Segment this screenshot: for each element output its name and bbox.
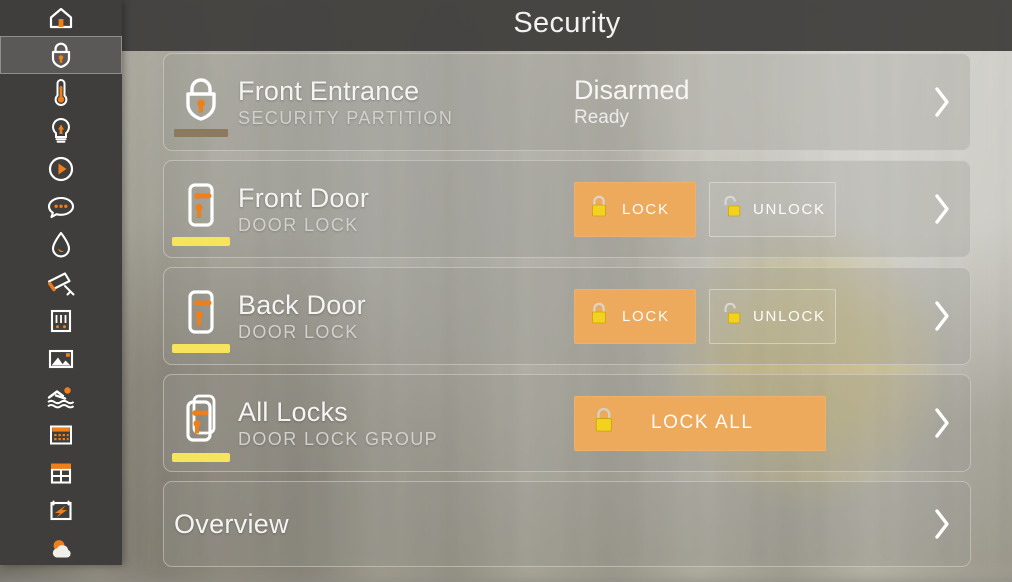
card-overview[interactable]: Overview xyxy=(163,481,971,567)
lock-shield-icon xyxy=(48,41,74,69)
lock-all-button-label: LOCK ALL xyxy=(651,412,754,433)
card-subtitle: DOOR LOCK xyxy=(238,321,359,342)
status-main: Disarmed xyxy=(574,75,690,105)
sidebar-item-media[interactable] xyxy=(0,150,122,188)
card-title: Back Door xyxy=(238,289,366,320)
card-status: Disarmed Ready xyxy=(568,75,914,129)
card-front-entrance[interactable]: Front Entrance SECURITY PARTITION Disarm… xyxy=(163,53,971,151)
door-lock-group-icon xyxy=(179,394,223,453)
card-actions: LOCK UNLOCK xyxy=(568,181,914,237)
card-actions: LOCK ALL xyxy=(568,395,914,451)
card-text: Back Door DOOR LOCK xyxy=(238,290,568,343)
chevron-right-icon[interactable] xyxy=(914,86,970,118)
door-lock-icon xyxy=(180,287,222,346)
sidebar-item-calendar[interactable] xyxy=(0,416,122,454)
thermometer-icon xyxy=(51,78,71,108)
window-awning-icon xyxy=(47,459,75,487)
calendar-icon xyxy=(47,422,75,448)
play-circle-icon xyxy=(47,155,75,183)
sidebar-item-windows[interactable] xyxy=(0,454,122,492)
padlock-open-icon xyxy=(721,193,743,226)
sidebar-item-shades[interactable] xyxy=(0,302,122,340)
card-subtitle: DOOR LOCK xyxy=(238,214,359,235)
card-subtitle: SECURITY PARTITION xyxy=(238,107,454,128)
lock-shield-icon xyxy=(180,75,222,130)
unlock-button[interactable]: UNLOCK xyxy=(709,181,836,237)
lock-button-label: LOCK xyxy=(622,200,670,218)
sidebar-item-pool[interactable] xyxy=(0,378,122,416)
card-title: All Locks xyxy=(238,396,348,427)
overview-title: Overview xyxy=(174,508,289,539)
sidebar-item-security[interactable] xyxy=(0,36,122,74)
chat-bubble-icon xyxy=(46,194,76,220)
sidebar-item-energy[interactable] xyxy=(0,492,122,530)
status-sub: Ready xyxy=(574,107,629,128)
card-text: Front Entrance SECURITY PARTITION xyxy=(238,76,568,129)
status-indicator-bar xyxy=(174,129,228,137)
chevron-right-icon[interactable] xyxy=(914,193,970,225)
card-text: All Locks DOOR LOCK GROUP xyxy=(238,397,568,450)
padlock-open-icon xyxy=(721,300,743,333)
chevron-right-icon[interactable] xyxy=(914,508,970,540)
chevron-right-icon[interactable] xyxy=(914,407,970,439)
padlock-closed-icon xyxy=(588,300,610,333)
sidebar-item-messages[interactable] xyxy=(0,188,122,226)
sidebar-item-images[interactable] xyxy=(0,340,122,378)
card-front-door[interactable]: Front Door DOOR LOCK LOCK UNLOCK xyxy=(163,160,971,258)
card-all-locks[interactable]: All Locks DOOR LOCK GROUP LOCK ALL xyxy=(163,374,971,472)
device-list: Front Entrance SECURITY PARTITION Disarm… xyxy=(163,53,971,567)
lock-button-label: LOCK xyxy=(622,307,670,325)
cctv-camera-icon xyxy=(45,269,77,297)
unlock-button-label: UNLOCK xyxy=(753,200,826,218)
card-title: Front Entrance xyxy=(238,75,420,106)
card-title: Front Door xyxy=(238,182,370,213)
status-indicator-bar xyxy=(172,453,230,462)
card-icon-wrap xyxy=(164,374,238,472)
status-indicator-bar xyxy=(172,344,230,353)
padlock-closed-icon xyxy=(591,405,617,442)
unlock-button[interactable]: UNLOCK xyxy=(709,288,836,344)
picture-icon xyxy=(46,346,76,372)
lock-all-button[interactable]: LOCK ALL xyxy=(574,395,826,451)
blinds-icon xyxy=(48,307,74,335)
sidebar xyxy=(0,0,122,565)
sun-cloud-icon xyxy=(46,536,76,562)
door-lock-icon xyxy=(180,180,222,239)
sidebar-item-home[interactable] xyxy=(0,0,122,36)
energy-bolt-icon xyxy=(47,498,75,524)
sidebar-item-weather[interactable] xyxy=(0,530,122,568)
sidebar-item-cameras[interactable] xyxy=(0,264,122,302)
swimmer-icon xyxy=(45,383,77,411)
sidebar-item-climate[interactable] xyxy=(0,74,122,112)
sidebar-item-water[interactable] xyxy=(0,226,122,264)
lock-button[interactable]: LOCK xyxy=(574,181,696,237)
card-back-door[interactable]: Back Door DOOR LOCK LOCK UNLOCK xyxy=(163,267,971,365)
lightbulb-icon xyxy=(49,116,73,146)
water-drop-icon xyxy=(49,230,73,260)
padlock-closed-icon xyxy=(588,193,610,226)
card-icon-wrap xyxy=(164,53,238,151)
lock-button[interactable]: LOCK xyxy=(574,288,696,344)
unlock-button-label: UNLOCK xyxy=(753,307,826,325)
status-indicator-bar xyxy=(172,237,230,246)
card-actions: LOCK UNLOCK xyxy=(568,288,914,344)
page-header: Security xyxy=(122,0,1012,51)
page-title: Security xyxy=(513,7,621,39)
sidebar-item-lighting[interactable] xyxy=(0,112,122,150)
card-icon-wrap xyxy=(164,160,238,258)
card-icon-wrap xyxy=(164,267,238,365)
chevron-right-icon[interactable] xyxy=(914,300,970,332)
card-subtitle: DOOR LOCK GROUP xyxy=(238,428,439,449)
home-icon xyxy=(47,5,75,31)
card-text: Front Door DOOR LOCK xyxy=(238,183,568,236)
